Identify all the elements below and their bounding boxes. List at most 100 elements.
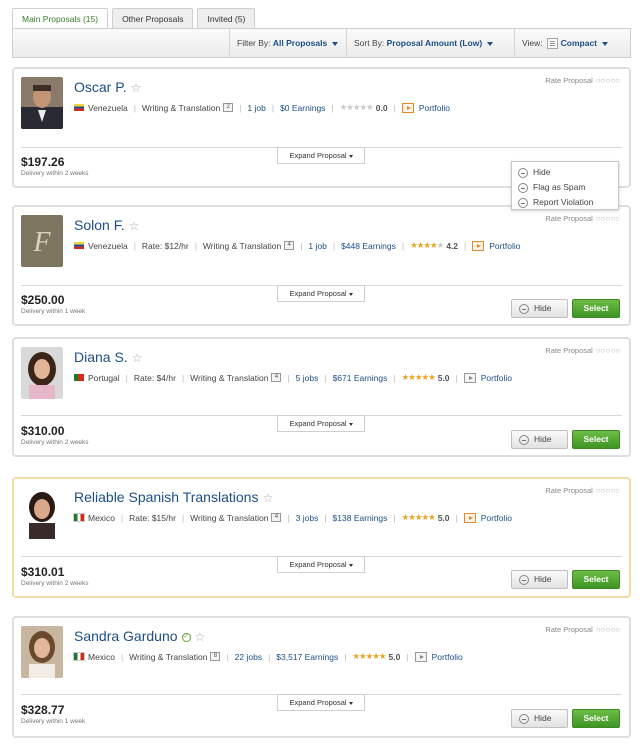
menu-item-flag-spam[interactable]: Flag as Spam: [512, 180, 618, 195]
jobs-count[interactable]: 5 jobs: [296, 373, 319, 383]
rating-value: 4.2: [446, 240, 459, 251]
earnings[interactable]: $138 Earnings: [333, 513, 388, 523]
hide-button[interactable]: Hide: [511, 430, 568, 449]
favorite-star-icon[interactable]: ☆: [129, 219, 140, 233]
hide-button[interactable]: Hide: [511, 299, 568, 318]
rate-dots-icon[interactable]: ○○○○○: [596, 76, 620, 85]
select-button[interactable]: Select: [572, 570, 620, 589]
chevron-down-icon: [602, 41, 609, 46]
country: Mexico: [88, 651, 115, 662]
freelancer-name[interactable]: Oscar P. ☆: [74, 79, 141, 95]
category-count-badge: 4: [271, 513, 282, 522]
rate-dots-icon[interactable]: ○○○○○: [596, 486, 620, 495]
select-button[interactable]: Select: [572, 709, 620, 728]
expand-proposal-button[interactable]: Expand Proposal: [277, 694, 365, 711]
favorite-star-icon[interactable]: ☆: [131, 81, 142, 95]
rate-dots-icon[interactable]: ○○○○○: [596, 346, 620, 355]
minus-circle-icon: [519, 303, 529, 314]
avatar[interactable]: [21, 487, 63, 539]
delivery-time: Delivery within 2 weeks: [21, 439, 89, 446]
filter-toolbar: Filter By: All Proposals Sort By: Propos…: [12, 28, 631, 58]
category: Writing & Translation: [190, 512, 269, 523]
proposal-card: Reliable Spanish Translations ☆ Mexico | R…: [12, 477, 631, 598]
rating-value: 5.0: [437, 512, 450, 523]
rate-dots-icon[interactable]: ○○○○○: [596, 625, 620, 634]
menu-item-hide[interactable]: Hide: [512, 165, 618, 180]
category: Writing & Translation: [202, 240, 282, 251]
portfolio-icon: [472, 240, 485, 251]
select-button[interactable]: Select: [572, 430, 620, 449]
favorite-star-icon[interactable]: ☆: [132, 351, 143, 365]
delivery-time: Delivery within 2 weeks: [21, 170, 89, 177]
earnings[interactable]: $0 Earnings: [280, 103, 325, 113]
jobs-count[interactable]: 1 job: [308, 241, 326, 251]
rate-proposal[interactable]: Rate Proposal ○○○○○: [545, 346, 620, 355]
portfolio-icon: [463, 512, 476, 523]
portfolio-icon: [414, 651, 427, 662]
portfolio-link[interactable]: Portfolio: [481, 373, 512, 383]
portfolio-link[interactable]: Portfolio: [489, 241, 520, 251]
sort-value: Proposal Amount (Low): [386, 38, 483, 48]
jobs-count[interactable]: 3 jobs: [296, 513, 319, 523]
portfolio-link[interactable]: Portfolio: [419, 103, 450, 113]
menu-item-report-violation[interactable]: Report Violation: [512, 195, 618, 210]
rate-label: Rate Proposal: [545, 214, 593, 223]
freelancer-meta: Portugal | Rate: $4/hr | Writing & Transla…: [74, 372, 512, 383]
proposal-amount: $197.26: [21, 155, 65, 169]
category: Writing & Translation: [141, 102, 221, 113]
expand-proposal-button[interactable]: Expand Proposal: [277, 556, 365, 573]
tab-invited[interactable]: Invited (5): [197, 8, 256, 29]
portfolio-link[interactable]: Portfolio: [481, 513, 512, 523]
rating-stars-icon: ★★★★★: [339, 102, 374, 112]
favorite-star-icon[interactable]: ☆: [262, 491, 273, 505]
minus-circle-icon: [518, 197, 528, 208]
portfolio-link[interactable]: Portfolio: [432, 652, 463, 662]
avatar[interactable]: [21, 77, 63, 129]
freelancer-name[interactable]: Solon F. ☆: [74, 217, 139, 233]
filter-value: All Proposals: [272, 38, 328, 48]
rate-proposal[interactable]: Rate Proposal ○○○○○: [545, 76, 620, 85]
country: Mexico: [88, 512, 115, 523]
avatar[interactable]: F: [21, 215, 63, 267]
select-button[interactable]: Select: [572, 299, 620, 318]
avatar[interactable]: [21, 626, 63, 678]
hourly-rate: Rate: $12/hr: [141, 240, 189, 251]
jobs-count[interactable]: 1 job: [247, 103, 265, 113]
filter-dropdown[interactable]: Filter By: All Proposals: [229, 29, 339, 57]
sort-dropdown[interactable]: Sort By: Proposal Amount (Low): [346, 29, 494, 57]
list-view-icon: [546, 38, 558, 50]
category: Writing & Translation: [190, 372, 269, 383]
rate-dots-icon[interactable]: ○○○○○: [596, 214, 620, 223]
portugal-flag-icon: [74, 374, 84, 381]
hide-button[interactable]: Hide: [511, 570, 568, 589]
tab-main-proposals[interactable]: Main Proposals (15): [12, 8, 109, 29]
expand-proposal-button[interactable]: Expand Proposal: [277, 285, 365, 302]
freelancer-name[interactable]: Sandra Garduno ✓ ☆: [74, 628, 205, 644]
delivery-time: Delivery within 1 week: [21, 718, 86, 725]
favorite-star-icon[interactable]: ☆: [195, 630, 206, 644]
rating-stars-icon: ★★★★★: [352, 651, 386, 661]
proposal-amount: $310.01: [21, 565, 65, 579]
proposal-card: Sandra Garduno ✓ ☆ Mexico | Writing & Trans…: [12, 616, 631, 738]
verified-check-icon: ✓: [181, 632, 191, 642]
tab-other-proposals[interactable]: Other Proposals: [112, 8, 194, 29]
rating-stars-icon: ★★★★★: [401, 372, 436, 382]
freelancer-name[interactable]: Reliable Spanish Translations ☆: [74, 489, 273, 505]
chevron-down-icon: [332, 41, 339, 46]
rate-proposal[interactable]: Rate Proposal ○○○○○: [545, 625, 620, 634]
svg-text:F: F: [32, 227, 51, 258]
mexico-flag-icon: [73, 513, 85, 522]
earnings[interactable]: $671 Earnings: [333, 373, 388, 383]
expand-proposal-button[interactable]: Expand Proposal: [277, 415, 365, 432]
jobs-count[interactable]: 22 jobs: [235, 652, 262, 662]
earnings[interactable]: $448 Earnings: [341, 241, 396, 251]
expand-proposal-button[interactable]: Expand Proposal: [277, 147, 365, 164]
rate-proposal[interactable]: Rate Proposal ○○○○○: [545, 214, 620, 223]
hide-button[interactable]: Hide: [511, 709, 568, 728]
view-dropdown[interactable]: View: Compact: [514, 29, 609, 57]
earnings[interactable]: $3,517 Earnings: [276, 652, 338, 662]
freelancer-name[interactable]: Diana S. ☆: [74, 349, 142, 365]
rate-proposal[interactable]: Rate Proposal ○○○○○: [545, 486, 620, 495]
delivery-time: Delivery within 1 week: [21, 308, 86, 315]
avatar[interactable]: [21, 347, 63, 399]
